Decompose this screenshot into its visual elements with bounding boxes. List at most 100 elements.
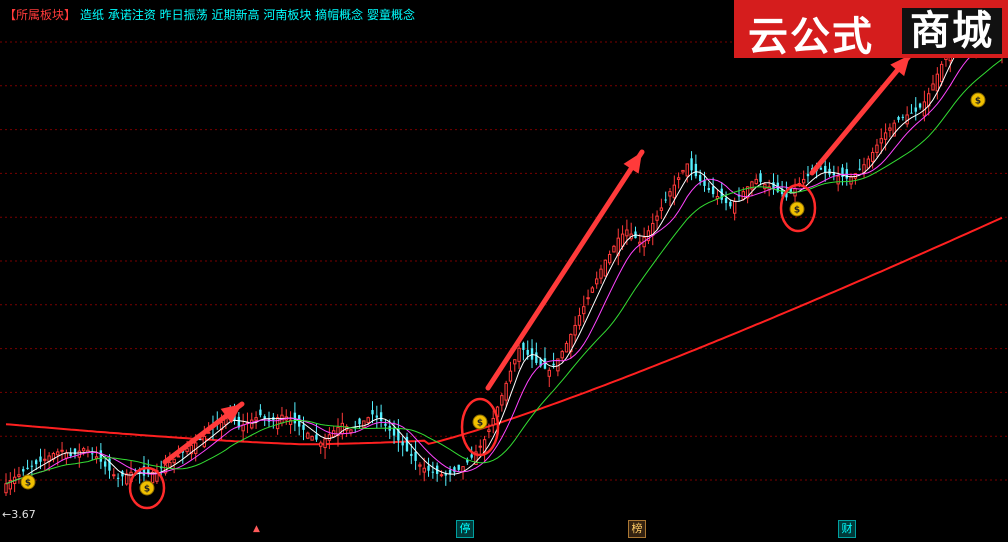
candle-body xyxy=(603,259,608,277)
candle-body xyxy=(81,448,86,452)
sector-item[interactable]: 近期新高 xyxy=(212,8,264,22)
ma-white-line xyxy=(5,44,1003,485)
candle-body xyxy=(478,445,482,448)
candle-body xyxy=(681,169,685,173)
candle-body xyxy=(410,453,413,456)
marker-ting[interactable]: 停 xyxy=(456,520,474,538)
candle-body xyxy=(914,107,917,112)
brand-part2: 商城 xyxy=(902,8,1002,54)
candle-body xyxy=(939,63,944,83)
candle-body xyxy=(379,412,383,421)
money-bag-glyph: $ xyxy=(975,97,981,107)
candle-body xyxy=(439,474,444,477)
candle-body xyxy=(275,417,280,430)
candle-body xyxy=(552,363,555,366)
candle-body xyxy=(685,163,689,177)
candle-body xyxy=(905,114,909,125)
candle-body xyxy=(879,138,883,144)
candle-body xyxy=(801,178,806,184)
candle-body xyxy=(586,297,590,300)
candle-body xyxy=(94,456,99,459)
sector-item[interactable]: 婴童概念 xyxy=(367,8,415,22)
money-bag-glyph: $ xyxy=(794,206,800,216)
candle-body xyxy=(672,184,676,199)
candle-body xyxy=(875,144,879,153)
ma-lines xyxy=(5,44,1003,485)
candle-body xyxy=(595,278,599,285)
candle-body xyxy=(806,173,810,177)
candle-body xyxy=(659,207,664,211)
candle-body xyxy=(931,83,935,91)
candle-body xyxy=(560,351,564,359)
candle-body xyxy=(323,438,327,449)
candle-body xyxy=(327,434,332,441)
candle-body xyxy=(935,73,940,92)
candle-body xyxy=(401,441,404,446)
candle-body xyxy=(112,474,116,477)
candle-body xyxy=(375,415,378,418)
candle-body xyxy=(4,483,8,494)
candle-body xyxy=(125,473,129,485)
sector-item[interactable]: 昨日振荡 xyxy=(160,8,212,22)
candle-body xyxy=(910,112,913,114)
candle-body xyxy=(35,460,38,465)
candle-body xyxy=(870,151,875,162)
candle-body xyxy=(664,199,667,201)
candle-body xyxy=(39,456,42,462)
candle-body xyxy=(625,229,629,237)
candle-body xyxy=(91,453,94,455)
candle-body xyxy=(590,287,595,293)
sector-item[interactable]: 河南板块 xyxy=(263,8,315,22)
marker-bang[interactable]: 榜 xyxy=(628,520,646,538)
candle-body xyxy=(26,467,29,470)
sector-item[interactable]: 摘帽概念 xyxy=(315,8,367,22)
candle-body xyxy=(845,169,848,179)
candle-body xyxy=(849,176,853,185)
candle-body xyxy=(763,183,767,190)
candle-body xyxy=(431,471,435,473)
candlestick-chart: $ $ $ $ $ xyxy=(0,31,1008,510)
candle-body xyxy=(310,435,314,441)
candle-body xyxy=(699,175,702,182)
candle-body xyxy=(741,191,745,200)
candle-body xyxy=(250,419,254,429)
candle-body xyxy=(530,348,534,360)
candle-body xyxy=(349,429,353,434)
candle-body xyxy=(418,464,422,467)
candle-body xyxy=(457,464,460,470)
candle-body xyxy=(573,324,577,336)
candle-body xyxy=(694,163,698,177)
marker-cai[interactable]: 财 xyxy=(838,520,856,538)
sector-header: 【所属板块】 造纸 承诺注资 昨日振荡 近期新高 河南板块 摘帽概念 婴童概念 xyxy=(4,6,415,23)
candle-body xyxy=(607,253,612,264)
candle-body xyxy=(612,245,616,253)
candle-body xyxy=(358,418,361,425)
candle-body xyxy=(754,178,758,185)
candle-body xyxy=(711,186,715,195)
candle-body xyxy=(470,454,473,458)
candle-body xyxy=(676,177,681,180)
candle-body xyxy=(422,467,426,473)
candle-body xyxy=(901,116,905,118)
candle-body xyxy=(366,417,370,423)
candle-body xyxy=(729,201,732,207)
candle-body xyxy=(362,420,366,429)
trend-arrow xyxy=(809,52,913,176)
candle-body xyxy=(302,424,305,430)
candle-body xyxy=(897,117,900,120)
candle-body xyxy=(724,198,728,204)
candle-body xyxy=(263,416,266,419)
candle-body xyxy=(824,165,827,173)
candle-body xyxy=(414,451,417,461)
annotations: $ $ $ $ $ xyxy=(20,52,986,510)
candle-body xyxy=(517,347,521,362)
candle-body xyxy=(577,315,582,326)
sector-item[interactable]: 承诺注资 xyxy=(108,8,160,22)
candle-body xyxy=(448,469,452,474)
candle-body xyxy=(17,474,21,477)
sector-item[interactable]: 造纸 xyxy=(80,8,108,22)
candle-body xyxy=(500,395,504,406)
up-marker: ▲ xyxy=(253,524,260,534)
candle-body xyxy=(384,423,387,426)
grid-lines xyxy=(0,41,1008,481)
